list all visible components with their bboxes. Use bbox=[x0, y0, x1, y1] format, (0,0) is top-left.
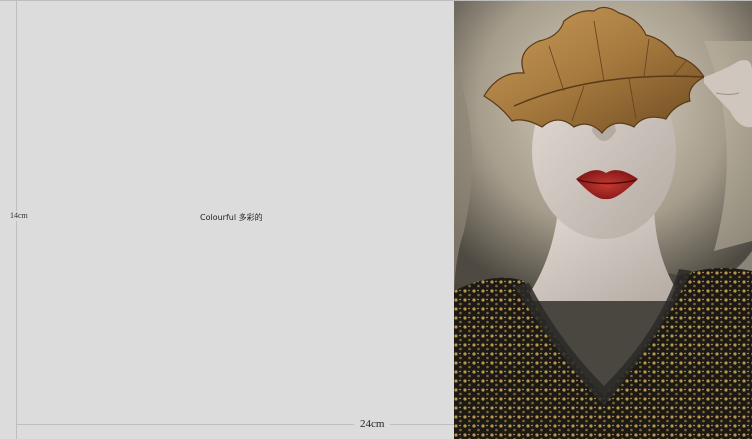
portrait-photo[interactable] bbox=[454, 1, 752, 439]
height-dimension-label: 14cm bbox=[8, 211, 30, 221]
caption-text[interactable]: Colourful 多彩的 bbox=[200, 213, 263, 223]
width-dimension-label: 24cm bbox=[354, 418, 391, 431]
portrait-illustration bbox=[454, 1, 752, 439]
